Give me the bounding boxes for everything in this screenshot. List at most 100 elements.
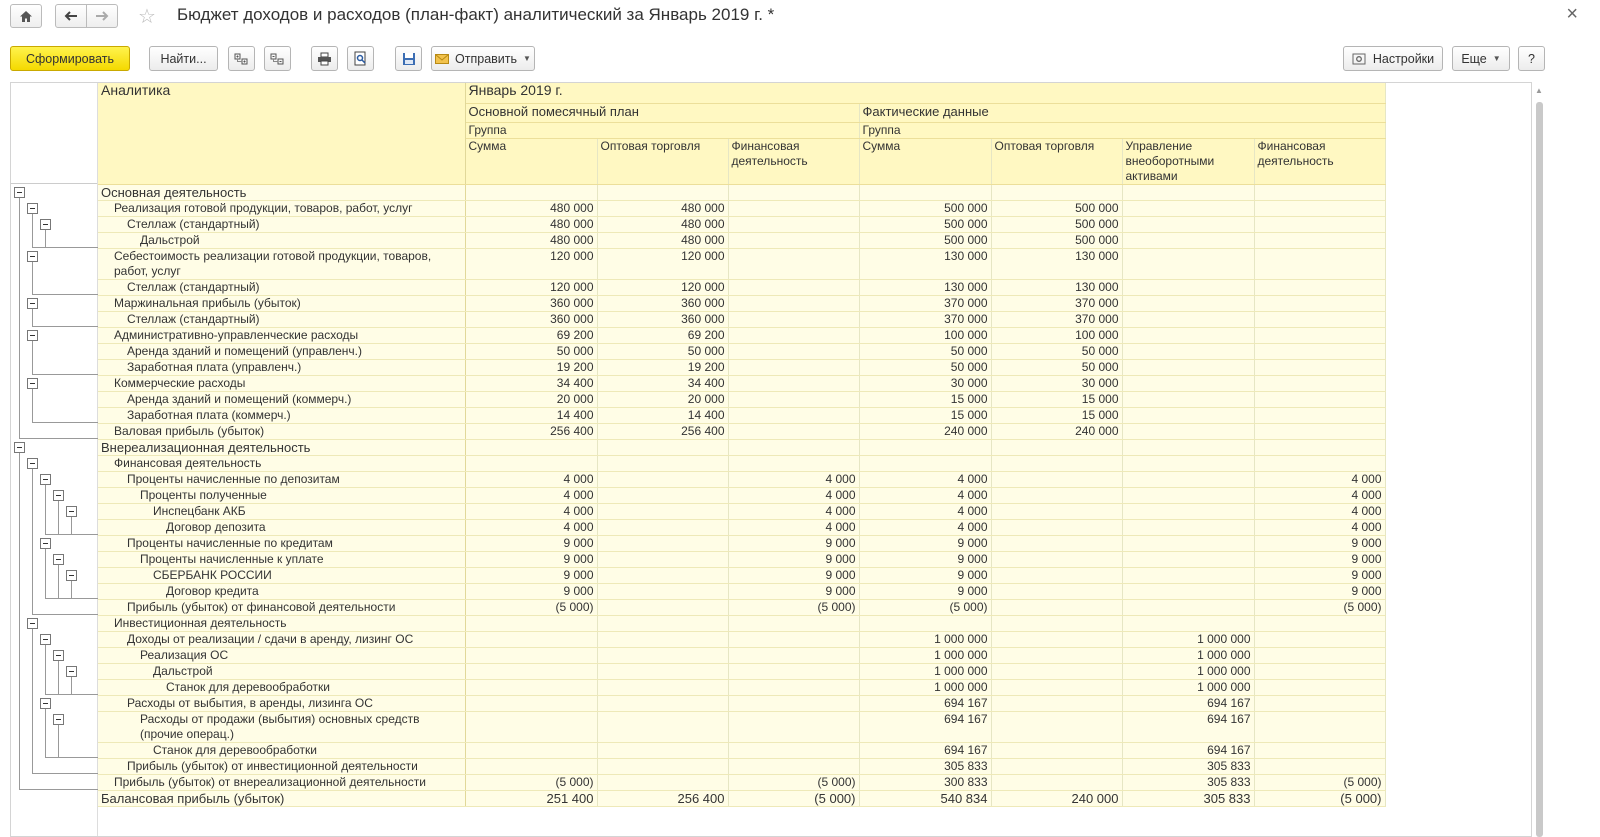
value-cell[interactable] <box>1122 407 1255 424</box>
value-cell[interactable]: 4 000 <box>465 503 598 520</box>
value-cell[interactable] <box>991 679 1123 696</box>
value-cell[interactable]: 251 400 <box>465 790 598 807</box>
table-row[interactable]: Расходы от продажи (выбытия) основных ср… <box>98 711 1386 743</box>
value-cell[interactable] <box>465 439 598 456</box>
value-cell[interactable]: 4 000 <box>1254 519 1386 536</box>
collapse-toggle-icon[interactable] <box>27 330 38 341</box>
value-cell[interactable]: 9 000 <box>728 583 860 600</box>
value-cell[interactable]: 120 000 <box>465 279 598 296</box>
value-cell[interactable] <box>1122 567 1255 584</box>
row-label[interactable]: Финансовая деятельность <box>98 455 466 472</box>
value-cell[interactable]: 4 000 <box>1254 471 1386 488</box>
value-cell[interactable]: 1 000 000 <box>1122 679 1255 696</box>
value-cell[interactable]: 19 200 <box>597 359 729 376</box>
value-cell[interactable]: 9 000 <box>728 567 860 584</box>
value-cell[interactable] <box>1254 679 1386 696</box>
row-label[interactable]: Прибыль (убыток) от внереализационной де… <box>98 774 466 791</box>
row-label[interactable]: Проценты полученные <box>98 487 466 504</box>
value-cell[interactable] <box>597 663 729 680</box>
close-icon[interactable]: × <box>1566 3 1578 26</box>
row-label[interactable]: Договор кредита <box>98 583 466 600</box>
table-row[interactable]: Проценты начисленные к уплате 9 000 9 000 9… <box>98 551 1386 568</box>
collapse-toggle-icon[interactable] <box>27 203 38 214</box>
value-cell[interactable] <box>728 407 860 424</box>
value-cell[interactable] <box>1122 471 1255 488</box>
table-row[interactable]: Прибыль (убыток) от финансовой деятельно… <box>98 599 1386 616</box>
row-label[interactable]: Балансовая прибыль (убыток) <box>98 790 466 807</box>
value-cell[interactable] <box>728 647 860 664</box>
value-cell[interactable]: 4 000 <box>728 471 860 488</box>
collapse-toggle-icon[interactable] <box>66 506 77 517</box>
value-cell[interactable]: 20 000 <box>597 391 729 408</box>
value-cell[interactable] <box>1122 519 1255 536</box>
value-cell[interactable]: 370 000 <box>991 311 1123 328</box>
value-cell[interactable]: 50 000 <box>859 343 992 360</box>
value-cell[interactable]: 130 000 <box>859 248 992 280</box>
value-cell[interactable] <box>991 663 1123 680</box>
value-cell[interactable] <box>728 742 860 759</box>
value-cell[interactable] <box>728 455 860 472</box>
value-cell[interactable] <box>1254 279 1386 296</box>
value-cell[interactable]: 694 167 <box>859 742 992 759</box>
row-label[interactable]: Доходы от реализации / сдачи в аренду, л… <box>98 631 466 648</box>
value-cell[interactable]: 15 000 <box>991 391 1123 408</box>
value-cell[interactable]: 15 000 <box>859 391 992 408</box>
value-cell[interactable]: 120 000 <box>597 279 729 296</box>
value-cell[interactable] <box>1254 758 1386 775</box>
row-label[interactable]: Себестоимость реализации готовой продукц… <box>98 248 466 280</box>
value-cell[interactable] <box>1254 232 1386 249</box>
value-cell[interactable] <box>991 487 1123 504</box>
row-label[interactable]: Дальстрой <box>98 232 466 249</box>
value-cell[interactable]: (5 000) <box>859 599 992 616</box>
value-cell[interactable]: 1 000 000 <box>859 631 992 648</box>
row-label[interactable]: Заработная плата (управленч.) <box>98 359 466 376</box>
collapse-toggle-icon[interactable] <box>14 442 25 453</box>
value-cell[interactable]: 34 400 <box>465 375 598 392</box>
value-cell[interactable]: 9 000 <box>1254 583 1386 600</box>
value-cell[interactable] <box>728 375 860 392</box>
value-cell[interactable] <box>1254 695 1386 712</box>
value-cell[interactable] <box>597 519 729 536</box>
value-cell[interactable] <box>597 583 729 600</box>
collapse-toggle-icon[interactable] <box>27 298 38 309</box>
value-cell[interactable] <box>991 599 1123 616</box>
help-button[interactable]: ? <box>1518 46 1545 71</box>
row-label[interactable]: Инспецбанк АКБ <box>98 503 466 520</box>
value-cell[interactable] <box>728 200 860 217</box>
value-cell[interactable] <box>465 695 598 712</box>
collapse-toggle-icon[interactable] <box>27 618 38 629</box>
value-cell[interactable] <box>1254 407 1386 424</box>
value-cell[interactable] <box>1122 232 1255 249</box>
row-label[interactable]: Проценты начисленные к уплате <box>98 551 466 568</box>
row-label[interactable]: Договор депозита <box>98 519 466 536</box>
value-cell[interactable] <box>465 647 598 664</box>
value-cell[interactable]: 1 000 000 <box>859 663 992 680</box>
value-cell[interactable] <box>728 295 860 312</box>
collapse-toggle-icon[interactable] <box>40 219 51 230</box>
value-cell[interactable]: 30 000 <box>991 375 1123 392</box>
value-cell[interactable] <box>465 679 598 696</box>
value-cell[interactable]: 15 000 <box>859 407 992 424</box>
value-cell[interactable] <box>991 535 1123 552</box>
value-cell[interactable]: 480 000 <box>597 216 729 233</box>
row-label[interactable]: Коммерческие расходы <box>98 375 466 392</box>
value-cell[interactable] <box>728 631 860 648</box>
value-cell[interactable] <box>1122 391 1255 408</box>
value-cell[interactable] <box>597 774 729 791</box>
collapse-toggle-icon[interactable] <box>53 554 64 565</box>
header-period[interactable]: Январь 2019 г. <box>465 83 1386 104</box>
value-cell[interactable] <box>991 742 1123 759</box>
value-cell[interactable]: 694 167 <box>859 695 992 712</box>
table-row[interactable]: Договор кредита 9 000 9 000 9 000 9 000 <box>98 583 1386 600</box>
more-button[interactable]: Еще ▼ <box>1452 46 1510 71</box>
value-cell[interactable] <box>597 711 729 743</box>
collapse-toggle-icon[interactable] <box>40 634 51 645</box>
table-row[interactable]: Внереализационная деятельность <box>98 439 1386 456</box>
table-row[interactable]: Реализация ОС 1 000 000 1 000 000 <box>98 647 1386 664</box>
table-row[interactable]: Инспецбанк АКБ 4 000 4 000 4 000 4 000 <box>98 503 1386 520</box>
value-cell[interactable]: 130 000 <box>991 279 1123 296</box>
expand-all-button[interactable] <box>228 46 255 71</box>
value-cell[interactable] <box>1122 423 1255 440</box>
value-cell[interactable] <box>1254 647 1386 664</box>
value-cell[interactable] <box>728 423 860 440</box>
